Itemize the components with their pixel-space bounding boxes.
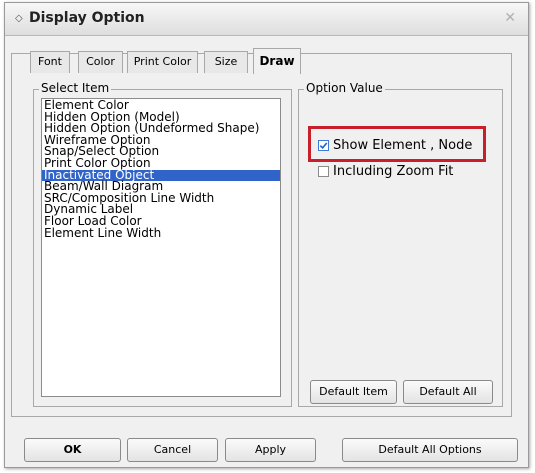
- tab-color[interactable]: Color: [78, 51, 123, 73]
- title-bar[interactable]: ◇ Display Option ✕: [5, 3, 528, 36]
- close-button[interactable]: ✕: [504, 10, 516, 26]
- tab-size[interactable]: Size: [204, 51, 248, 73]
- ok-button[interactable]: OK: [24, 438, 121, 462]
- diamond-icon: ◇: [15, 13, 23, 24]
- tab-draw[interactable]: Draw: [253, 48, 301, 74]
- including-zoom-fit-label: Including Zoom Fit: [333, 163, 454, 179]
- tab-font[interactable]: Font: [30, 51, 70, 73]
- default-all-button[interactable]: Default All: [403, 380, 493, 404]
- show-element-node-label: Show Element , Node: [333, 137, 473, 153]
- option-value-label: Option Value: [304, 81, 385, 95]
- window-title: Display Option: [29, 10, 145, 26]
- show-element-node-checkbox[interactable]: Show Element , Node: [318, 137, 472, 153]
- checked-checkbox-icon[interactable]: [318, 139, 329, 151]
- apply-button[interactable]: Apply: [225, 438, 316, 462]
- default-all-options-button[interactable]: Default All Options: [342, 438, 518, 462]
- default-item-button[interactable]: Default Item: [310, 380, 397, 404]
- tab-print-color[interactable]: Print Color: [127, 51, 198, 73]
- cancel-button[interactable]: Cancel: [127, 438, 218, 462]
- including-zoom-fit-checkbox[interactable]: Including Zoom Fit: [318, 163, 453, 179]
- select-item-list[interactable]: Element Color Hidden Option (Model) Hidd…: [41, 98, 281, 397]
- select-item-label: Select Item: [39, 81, 112, 95]
- list-item[interactable]: Element Line Width: [42, 227, 280, 240]
- unchecked-checkbox-icon[interactable]: [318, 165, 329, 177]
